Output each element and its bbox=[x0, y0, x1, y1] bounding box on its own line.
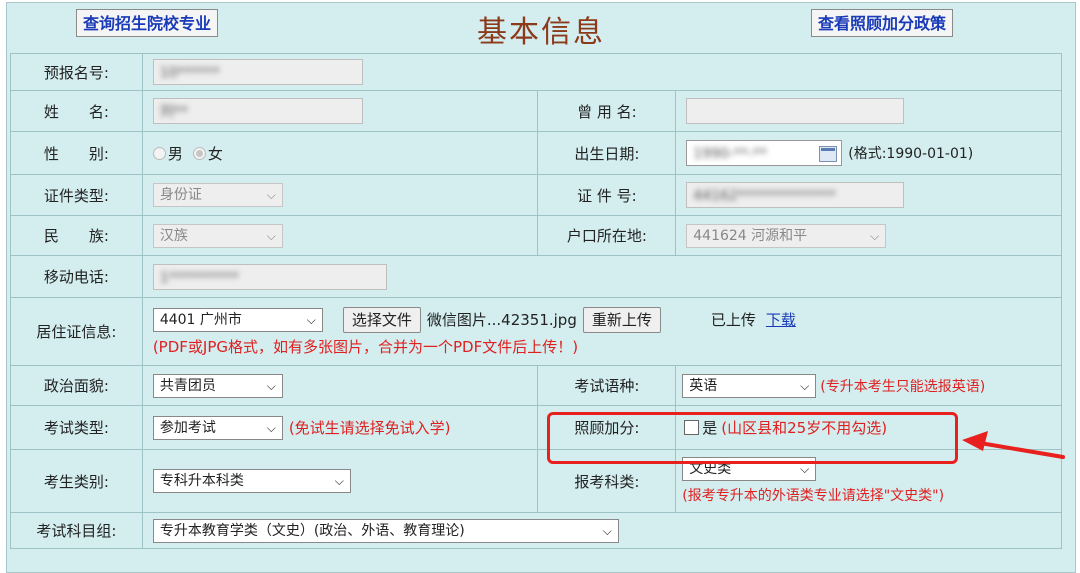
basic-info-table: 预报名号: 10****** 姓 名: 刘** 曾 用 名: 性 别: 男 女 … bbox=[10, 53, 1063, 549]
calendar-icon[interactable] bbox=[819, 146, 838, 162]
former-name-label: 曾 用 名: bbox=[537, 90, 677, 132]
download-link[interactable]: 下载 bbox=[766, 309, 796, 330]
row-candidate-category: 考生类别: 专科升本科类 ⌵ 报考科类: 文史类 ⌵ (报考专升本的外语类专业请选择… bbox=[10, 449, 1062, 513]
choose-file-button[interactable]: 选择文件 bbox=[342, 306, 421, 333]
subject-category-select[interactable]: 文史类 ⌵ bbox=[682, 457, 817, 481]
row-gender: 性 别: 男 女 出生日期: 1990-**-** (格式:1990-01-01… bbox=[10, 131, 1062, 175]
row-name: 姓 名: 刘** 曾 用 名: bbox=[10, 90, 1062, 132]
row-subject-group: 考试科目组: 专升本教育学类（文史）(政治、外语、教育理论) ⌵ bbox=[10, 512, 1063, 549]
bonus-note: (山区县和25岁不用勾选) bbox=[721, 419, 888, 437]
residence-city-value: 4401 广州市 bbox=[159, 311, 242, 328]
gender-female-radio[interactable] bbox=[192, 146, 206, 160]
exam-language-select[interactable]: 英语 ⌵ bbox=[682, 373, 817, 398]
chevron-down-icon: ⌵ bbox=[800, 462, 810, 476]
pre-reg-no-field[interactable]: 10****** bbox=[152, 59, 363, 85]
subject-group-select[interactable]: 专升本教育学类（文史）(政治、外语、教育理论) ⌵ bbox=[152, 518, 619, 543]
chevron-down-icon: ⌵ bbox=[800, 378, 810, 393]
exam-type-note: (免试生请选择免试入学) bbox=[288, 419, 451, 437]
political-value: 共青团员 bbox=[159, 377, 216, 394]
gender-male-label: 男 bbox=[167, 144, 183, 163]
hukou-label: 户口所在地: bbox=[537, 215, 677, 256]
chevron-down-icon: ⌵ bbox=[266, 188, 276, 202]
id-type-value: 身份证 bbox=[159, 187, 202, 203]
form-header: 查询招生院校专业 基本信息 查看照顾加分政策 bbox=[7, 3, 1075, 53]
exam-language-label: 考试语种: bbox=[537, 365, 677, 406]
mobile-label: 移动电话: bbox=[10, 255, 143, 298]
gender-male-radio[interactable] bbox=[152, 146, 166, 160]
subject-group-label: 考试科目组: bbox=[10, 512, 143, 549]
gender-female-label: 女 bbox=[207, 144, 223, 163]
view-bonus-policy-button[interactable]: 查看照顾加分政策 bbox=[811, 9, 954, 37]
id-type-label: 证件类型: bbox=[10, 174, 143, 216]
candidate-category-value: 专科升本科类 bbox=[159, 473, 244, 489]
residence-permit-label: 居住证信息: bbox=[10, 297, 143, 366]
chevron-down-icon: ⌵ bbox=[334, 474, 344, 488]
reupload-button[interactable]: 重新上传 bbox=[582, 306, 661, 333]
name-field[interactable]: 刘** bbox=[152, 98, 363, 124]
exam-language-value: 英语 bbox=[689, 377, 718, 394]
bonus-checkbox[interactable] bbox=[684, 420, 700, 435]
chevron-down-icon: ⌵ bbox=[266, 378, 276, 393]
exam-language-note: (专升本考生只能选报英语) bbox=[820, 378, 986, 395]
exam-type-select[interactable]: 参加考试 ⌵ bbox=[152, 415, 283, 440]
ethnicity-select[interactable]: 汉族 ⌵ bbox=[152, 223, 283, 248]
id-type-select[interactable]: 身份证 ⌵ bbox=[152, 183, 283, 207]
political-label: 政治面貌: bbox=[10, 365, 143, 406]
birth-date-label: 出生日期: bbox=[537, 131, 677, 175]
birth-date-field[interactable]: 1990-**-** bbox=[686, 140, 843, 166]
birth-date-format-hint: (格式:1990-01-01) bbox=[848, 146, 974, 162]
residence-upload-note: (PDF或JPG格式，如有多张图片，合并为一个PDF文件后上传！) bbox=[152, 337, 579, 356]
row-mobile: 移动电话: 1********** bbox=[10, 255, 1063, 298]
chevron-down-icon: ⌵ bbox=[266, 420, 276, 435]
political-select[interactable]: 共青团员 ⌵ bbox=[152, 373, 283, 398]
hukou-value: 441624 河源和平 bbox=[693, 227, 808, 244]
exam-type-value: 参加考试 bbox=[159, 419, 216, 436]
upload-status: 已上传 bbox=[710, 311, 756, 329]
chevron-down-icon: ⌵ bbox=[306, 312, 316, 327]
subject-category-value: 文史类 bbox=[689, 461, 732, 477]
id-no-label: 证 件 号: bbox=[537, 174, 677, 216]
ethnicity-label: 民 族: bbox=[10, 215, 143, 256]
row-ethnicity: 民 族: 汉族 ⌵ 户口所在地: 441624 河源和平 ⌵ bbox=[10, 215, 1062, 256]
chevron-down-icon: ⌵ bbox=[602, 523, 612, 538]
residence-city-select[interactable]: 4401 广州市 ⌵ bbox=[152, 307, 323, 332]
name-value: 刘** bbox=[159, 104, 188, 120]
gender-label: 性 别: bbox=[10, 131, 143, 175]
row-pre-reg-no: 预报名号: 10****** bbox=[10, 53, 1063, 91]
birth-date-value: 1990-**-** bbox=[693, 146, 767, 162]
pre-reg-no-value: 10****** bbox=[159, 65, 220, 81]
former-name-field[interactable] bbox=[686, 98, 905, 124]
candidate-category-select[interactable]: 专科升本科类 ⌵ bbox=[152, 469, 351, 493]
uploaded-file-name: 微信图片...42351.jpg bbox=[426, 311, 577, 329]
chevron-down-icon: ⌵ bbox=[870, 228, 880, 243]
row-residence-permit: 居住证信息: 4401 广州市 ⌵ 选择文件 微信图片...42351.jpg 重… bbox=[10, 297, 1063, 366]
ethnicity-value: 汉族 bbox=[159, 227, 188, 244]
row-political: 政治面貌: 共青团员 ⌵ 考试语种: 英语 ⌵ (专升本考生只能选报英语) bbox=[10, 365, 1062, 406]
row-id: 证件类型: 身份证 ⌵ 证 件 号: 44162************** bbox=[10, 174, 1062, 216]
bonus-checkbox-label: 是 bbox=[702, 419, 718, 437]
mobile-field[interactable]: 1********** bbox=[152, 263, 387, 290]
hukou-select[interactable]: 441624 河源和平 ⌵ bbox=[686, 223, 887, 248]
id-no-field[interactable]: 44162************** bbox=[686, 182, 905, 208]
bonus-label: 照顾加分: bbox=[537, 405, 677, 450]
chevron-down-icon: ⌵ bbox=[266, 228, 276, 243]
subject-category-note: (报考专升本的外语类专业请选择"文史类") bbox=[682, 488, 945, 504]
exam-type-label: 考试类型: bbox=[10, 405, 143, 450]
name-label: 姓 名: bbox=[10, 90, 143, 132]
id-no-value: 44162************** bbox=[693, 188, 836, 204]
candidate-category-label: 考生类别: bbox=[10, 449, 143, 513]
pre-reg-no-label: 预报名号: bbox=[10, 53, 143, 91]
row-exam-type: 考试类型: 参加考试 ⌵ (免试生请选择免试入学) 照顾加分: 是 (山区县和25… bbox=[10, 405, 1062, 450]
subject-group-value: 专升本教育学类（文史）(政治、外语、教育理论) bbox=[159, 522, 465, 539]
mobile-value: 1********** bbox=[159, 269, 239, 286]
subject-category-label: 报考科类: bbox=[537, 449, 677, 513]
